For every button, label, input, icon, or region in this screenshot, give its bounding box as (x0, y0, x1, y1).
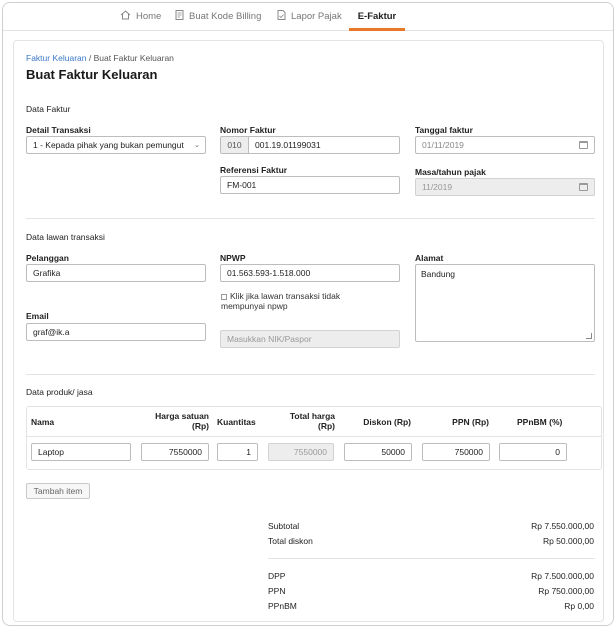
email-value: graf@ik.a (33, 327, 70, 337)
referensi-faktur-label: Referensi Faktur (220, 165, 288, 175)
detail-transaksi-value: 1 - Kepada pihak yang bukan pemungut (33, 140, 184, 150)
row-nama-input[interactable]: Laptop (31, 443, 131, 461)
app-window: Home Buat Kode Billing Lapor Pajak E-Fak… (2, 2, 614, 626)
tab-home[interactable]: Home (120, 3, 161, 30)
dpp-label: DPP (268, 571, 286, 581)
masa-tahun-value: 11/2019 (422, 182, 453, 192)
referensi-faktur-field[interactable]: FM-001 (220, 176, 400, 194)
calendar-icon (579, 183, 588, 191)
col-header-ppnbm: PPnBM (%) (517, 417, 563, 427)
alamat-value: Bandung (421, 269, 456, 279)
row-diskon-value: 50000 (381, 447, 405, 457)
nomor-faktur-field[interactable]: 010 001.19.01199031 (220, 136, 400, 154)
pelanggan-label: Pelanggan (26, 253, 69, 263)
no-npwp-checkbox-label: Klik jika lawan transaksi tidak mempunya… (221, 291, 341, 311)
col-header-nama: Nama (31, 417, 55, 427)
row-harga-input[interactable]: 7550000 (141, 443, 209, 461)
ppnbm-value: Rp 0,00 (564, 601, 594, 611)
col-header-total: Total harga (Rp) (289, 411, 335, 431)
nomor-faktur-label: Nomor Faktur (220, 125, 276, 135)
alamat-label: Alamat (415, 253, 444, 263)
total-diskon-value: Rp 50.000,00 (542, 536, 594, 546)
tanggal-faktur-label: Tanggal faktur (415, 125, 473, 135)
tab-label: Home (136, 11, 162, 22)
nik-paspor-input: Masukkan NIK/Paspor (220, 330, 400, 348)
ppn-label: PPN (268, 586, 286, 596)
masa-tahun-label: Masa/tahun pajak (415, 167, 486, 177)
calendar-icon[interactable] (579, 141, 588, 149)
resize-handle-icon[interactable] (586, 333, 592, 339)
home-icon (120, 10, 131, 23)
table-header-divider (27, 436, 601, 437)
tab-label: E-Faktur (357, 11, 397, 22)
breadcrumb-link[interactable]: Faktur Keluaran (26, 53, 86, 63)
nomor-faktur-value: 001.19.01199031 (255, 140, 321, 150)
col-header-diskon: Diskon (Rp) (363, 417, 411, 427)
col-header-ppn: PPN (Rp) (452, 417, 489, 427)
divider (26, 218, 595, 219)
breadcrumb: Faktur Keluaran / Buat Faktur Keluaran (26, 53, 174, 63)
referensi-faktur-value: FM-001 (227, 180, 257, 190)
row-nama-value: Laptop (38, 447, 64, 457)
email-field[interactable]: graf@ik.a (26, 323, 206, 341)
dpp-value: Rp 7.500.000,00 (531, 571, 594, 581)
chevron-down-icon: ⌄ (194, 142, 200, 149)
produk-table: Nama Harga satuan (Rp) Kuantitas Total h… (26, 406, 602, 470)
tab-label: Lapor Pajak (291, 11, 342, 22)
document-icon (175, 10, 184, 23)
pelanggan-field[interactable]: Grafika (26, 264, 206, 282)
section-title-data-lawan: Data lawan transaksi (26, 232, 105, 242)
detail-transaksi-select[interactable]: 1 - Kepada pihak yang bukan pemungut ⌄ (26, 136, 206, 154)
tanggal-faktur-value: 01/11/2019 (422, 140, 464, 150)
tambah-item-button[interactable]: Tambah item (26, 483, 90, 499)
col-header-kuantitas: Kuantitas (217, 417, 256, 427)
tab-lapor-pajak[interactable]: Lapor Pajak (277, 3, 342, 30)
email-label: Email (26, 311, 49, 321)
row-diskon-input[interactable]: 50000 (344, 443, 412, 461)
nomor-faktur-prefix: 010 (221, 137, 249, 153)
nik-paspor-placeholder: Masukkan NIK/Paspor (227, 334, 312, 344)
pelanggan-value: Grafika (33, 268, 61, 278)
row-kuantitas-input[interactable]: 1 (217, 443, 258, 461)
tab-e-faktur[interactable]: E-Faktur (349, 3, 405, 31)
masa-tahun-field: 11/2019 (415, 178, 595, 196)
subtotal-label: Subtotal (268, 521, 300, 531)
row-total-input: 7550000 (268, 443, 334, 461)
breadcrumb-separator: / (86, 53, 94, 63)
alamat-textarea[interactable]: Bandung (415, 264, 595, 342)
form-card: Faktur Keluaran / Buat Faktur Keluaran B… (13, 40, 604, 622)
row-ppn-value: 750000 (454, 447, 483, 457)
subtotal-value: Rp 7.550.000,00 (531, 521, 594, 531)
detail-transaksi-label: Detail Transaksi (26, 125, 91, 135)
row-ppnbm-input[interactable]: 0 (499, 443, 567, 461)
npwp-label: NPWP (220, 253, 246, 263)
row-total-value: 7550000 (293, 447, 327, 457)
npwp-field[interactable]: 01.563.593-1.518.000 (220, 264, 400, 282)
total-diskon-label: Total diskon (268, 536, 313, 546)
divider (26, 374, 595, 375)
tab-buat-kode-billing[interactable]: Buat Kode Billing (175, 3, 261, 30)
ppnbm-label: PPnBM (268, 601, 297, 611)
col-header-harga: Harga satuan (Rp) (155, 411, 209, 431)
row-ppn-input[interactable]: 750000 (422, 443, 490, 461)
ppn-value: Rp 750.000,00 (538, 586, 594, 596)
section-title-data-faktur: Data Faktur (26, 104, 71, 114)
report-icon (277, 10, 286, 23)
row-harga-value: 7550000 (168, 447, 202, 457)
row-ppnbm-value: 0 (555, 447, 560, 457)
tanggal-faktur-field[interactable]: 01/11/2019 (415, 136, 595, 154)
section-title-data-produk: Data produk/ jasa (26, 387, 93, 397)
top-nav: Home Buat Kode Billing Lapor Pajak E-Fak… (3, 3, 613, 31)
npwp-value: 01.563.593-1.518.000 (227, 268, 311, 278)
summary-divider (268, 558, 595, 559)
breadcrumb-current: Buat Faktur Keluaran (93, 53, 174, 63)
page-title: Buat Faktur Keluaran (26, 67, 158, 82)
tab-label: Buat Kode Billing (189, 11, 262, 22)
row-kuantitas-value: 1 (246, 447, 251, 457)
